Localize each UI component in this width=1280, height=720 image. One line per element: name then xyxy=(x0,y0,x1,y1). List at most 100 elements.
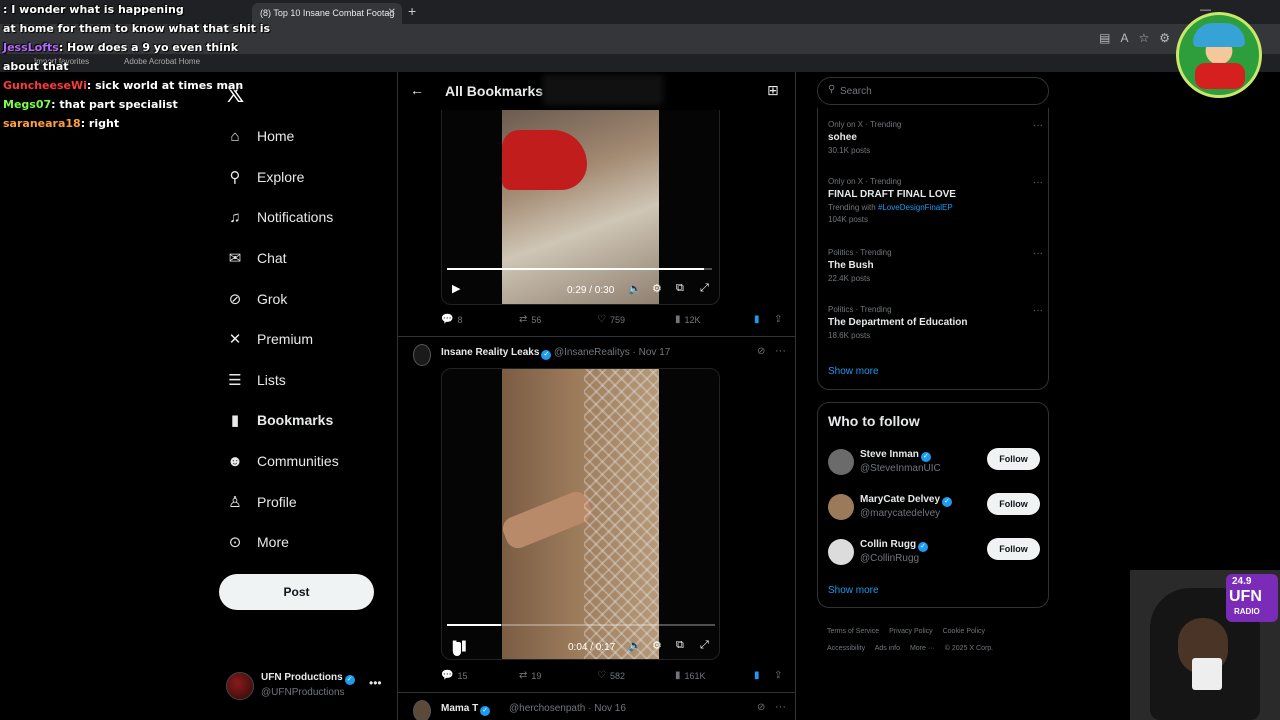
follow-show-more-link[interactable]: Show more xyxy=(828,585,879,596)
fullscreen-icon[interactable]: ⤢ xyxy=(700,639,709,652)
search-icon: ⚲ xyxy=(229,168,241,186)
sidebar-item-communities[interactable]: ☻ Communities xyxy=(218,441,388,482)
tweet-date[interactable]: · Nov 17 xyxy=(633,347,671,358)
repost-button[interactable]: ⇄ 56 xyxy=(519,314,541,325)
video-progress-bar[interactable] xyxy=(447,624,715,626)
footer-link[interactable]: Privacy Policy xyxy=(889,628,933,635)
avatar[interactable] xyxy=(413,700,431,720)
sidebar-item-bookmarks[interactable]: ▮ Bookmarks xyxy=(218,400,388,441)
more-icon[interactable]: ··· xyxy=(1033,177,1043,188)
follow-button[interactable]: Follow xyxy=(987,493,1040,515)
settings-icon[interactable]: ⚙ xyxy=(652,282,662,295)
grok-icon[interactable]: ⊘ xyxy=(757,702,765,713)
favorite-star-icon[interactable]: ☆ xyxy=(1138,31,1149,45)
follow-suggestion[interactable]: Steve Inman ✓ @SteveInmanUIC Follow xyxy=(828,447,1040,479)
follow-suggestion[interactable]: MaryCate Delvey ✓ @marycatedelvey Follow xyxy=(828,492,1040,524)
more-icon[interactable]: ··· xyxy=(775,345,786,357)
pip-icon[interactable]: ⧉ xyxy=(676,282,684,295)
close-icon[interactable]: ✕ xyxy=(388,7,396,18)
chat-user: GuncheeseWi xyxy=(3,79,87,92)
settings-icon[interactable]: ⚙ xyxy=(652,639,662,652)
avatar[interactable] xyxy=(828,539,854,565)
avatar[interactable] xyxy=(828,494,854,520)
footer-link[interactable]: Cookie Policy xyxy=(943,628,985,635)
like-button[interactable]: ♡ 759 xyxy=(597,314,625,325)
volume-icon[interactable]: 🔈 xyxy=(628,282,642,295)
avatar[interactable] xyxy=(828,449,854,475)
sidebar-item-explore[interactable]: ⚲ Explore xyxy=(218,157,388,198)
video-player[interactable]: ❚❚ 0:04 / 0:17 🔈 ⚙ ⧉ ⤢ xyxy=(441,368,720,660)
chat-message: : I wonder what is happening xyxy=(3,3,184,16)
search-input[interactable] xyxy=(840,83,1040,99)
sidebar-item-more[interactable]: ⊙ More xyxy=(218,522,388,563)
sidebar-item-chat[interactable]: ✉ Chat xyxy=(218,238,388,279)
person-handle: @CollinRugg xyxy=(860,553,920,564)
tab-title: (8) Top 10 Insane Combat Footag xyxy=(260,8,395,18)
tweet-date[interactable]: · Nov 16 xyxy=(588,703,626,714)
footer-link[interactable]: Accessibility xyxy=(827,645,865,652)
back-arrow-icon[interactable]: ← xyxy=(410,82,424,98)
follow-suggestion[interactable]: Collin Rugg ✓ @CollinRugg Follow xyxy=(828,537,1040,569)
grok-icon[interactable]: ⊘ xyxy=(757,346,765,357)
new-folder-icon[interactable]: ⊞ xyxy=(767,82,779,99)
share-button[interactable]: ⇪ xyxy=(774,314,782,325)
sidebar-item-profile[interactable]: ♙ Profile xyxy=(218,481,388,522)
sidebar-item-lists[interactable]: ☰ Lists xyxy=(218,360,388,401)
volume-icon[interactable]: 🔈 xyxy=(628,639,642,652)
post-button[interactable]: Post xyxy=(219,574,374,610)
bookmarks-timeline: ← All Bookmarks ⊞ ▶ 0:29 / 0:30 🔈 ⚙ ⧉ ⤢ … xyxy=(397,72,796,720)
account-name: UFN Productions xyxy=(261,672,343,683)
heart-icon: ♡ xyxy=(597,670,606,681)
follow-button[interactable]: Follow xyxy=(987,448,1040,470)
new-tab-icon[interactable]: + xyxy=(408,3,416,19)
reader-icon[interactable]: ▤ xyxy=(1099,31,1110,45)
trends-panel: Only on X · Trending sohee 30.1K posts ·… xyxy=(817,108,1049,390)
reply-button[interactable]: 💬 8 xyxy=(441,314,462,325)
video-progress-bar[interactable] xyxy=(447,268,712,270)
tweet-author-row[interactable]: Insane Reality Leaks ✓ xyxy=(441,347,552,360)
tweet-author-row[interactable]: Mama T ✓ xyxy=(441,703,491,716)
trend-item[interactable]: Only on X · Trending sohee 30.1K posts ·… xyxy=(828,120,1043,155)
more-icon[interactable]: ··· xyxy=(1033,120,1043,131)
trends-show-more-link[interactable]: Show more xyxy=(828,366,879,377)
sidebar-item-grok[interactable]: ⊘ Grok xyxy=(218,278,388,319)
chat-message: GuncheeseWi: sick world at times man xyxy=(3,79,244,92)
trend-item[interactable]: Politics · Trending The Department of Ed… xyxy=(828,305,1043,340)
streamer-badge-image xyxy=(1176,12,1262,98)
views-button[interactable]: ▮ 161K xyxy=(675,670,706,681)
trend-hashtag[interactable]: #LoveDesignFinalEP xyxy=(878,203,953,212)
search-box[interactable]: ⚲ xyxy=(817,77,1049,105)
bookmark-button[interactable]: ▮ xyxy=(754,670,760,681)
sidebar-item-notifications[interactable]: ♫ Notifications xyxy=(218,197,388,238)
tweet-handle[interactable]: @herchosenpath xyxy=(509,703,585,714)
pip-icon[interactable]: ⧉ xyxy=(676,639,684,652)
sidebar-item-premium[interactable]: ✕ Premium xyxy=(218,319,388,360)
account-switcher[interactable]: UFN Productions ✓ @UFNProductions ••• xyxy=(226,670,386,704)
bookmark-button[interactable]: ▮ xyxy=(754,314,760,325)
read-aloud-icon[interactable]: A xyxy=(1120,31,1128,45)
footer-link[interactable]: Terms of Service xyxy=(827,628,879,635)
video-player[interactable]: ▶ 0:29 / 0:30 🔈 ⚙ ⧉ ⤢ xyxy=(441,110,720,305)
more-icon[interactable]: ··· xyxy=(775,701,786,713)
share-button[interactable]: ⇪ xyxy=(774,670,782,681)
like-button[interactable]: ♡ 582 xyxy=(597,670,625,681)
reply-button[interactable]: 💬 15 xyxy=(441,670,467,681)
avatar[interactable] xyxy=(413,344,431,366)
trend-name: FINAL DRAFT FINAL LOVE xyxy=(828,189,956,200)
tweet-handle[interactable]: @InsaneRealitys xyxy=(554,347,630,358)
fullscreen-icon[interactable]: ⤢ xyxy=(700,282,709,295)
trend-item[interactable]: Politics · Trending The Bush 22.4K posts… xyxy=(828,248,1043,283)
sidebar-item-label: Grok xyxy=(257,290,288,307)
more-icon[interactable]: ··· xyxy=(1033,305,1043,316)
footer-link[interactable]: Ads info xyxy=(875,645,900,652)
more-icon[interactable]: ··· xyxy=(1033,248,1043,259)
repost-button[interactable]: ⇄ 19 xyxy=(519,670,541,681)
follow-button[interactable]: Follow xyxy=(987,538,1040,560)
footer-link[interactable]: More ··· xyxy=(910,645,935,652)
browser-tab[interactable]: (8) Top 10 Insane Combat Footag ✕ xyxy=(252,3,402,24)
extensions-icon[interactable]: ⚙ xyxy=(1159,31,1170,45)
more-icon[interactable]: ••• xyxy=(369,676,382,690)
views-button[interactable]: ▮ 12K xyxy=(675,314,701,325)
play-icon[interactable]: ▶ xyxy=(452,282,460,295)
trend-item[interactable]: Only on X · Trending FINAL DRAFT FINAL L… xyxy=(828,177,1043,224)
